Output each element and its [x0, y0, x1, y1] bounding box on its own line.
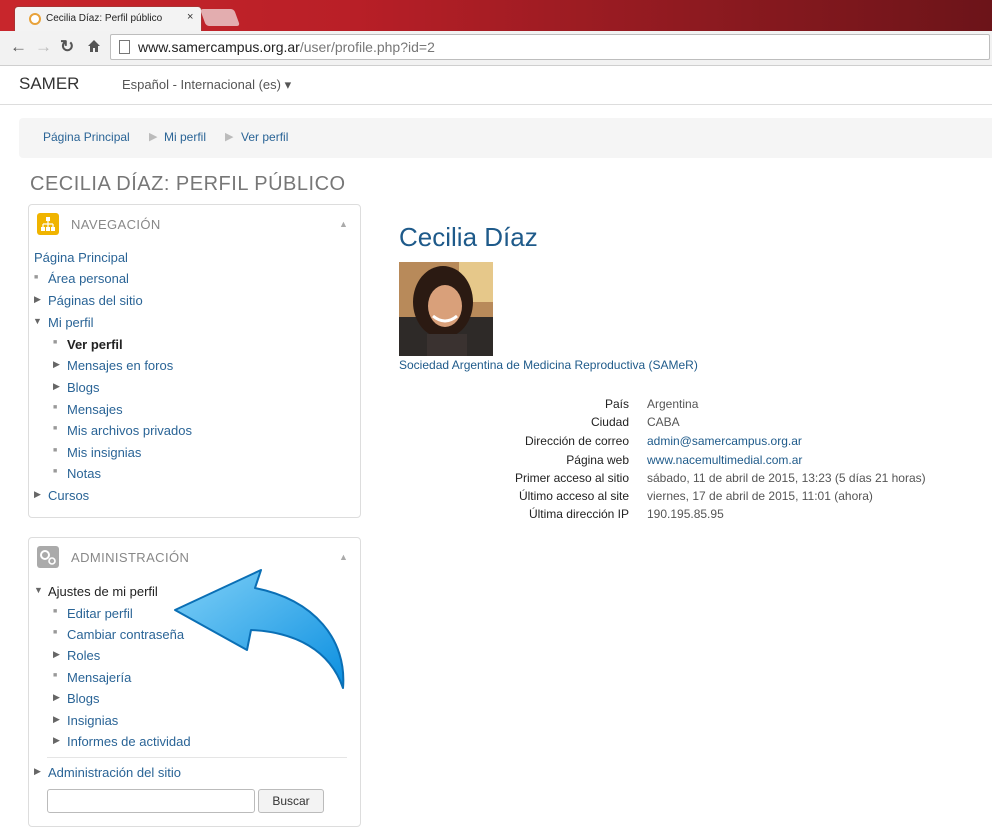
- profile-photo[interactable]: [399, 262, 493, 356]
- profile-organization[interactable]: Sociedad Argentina de Medicina Reproduct…: [399, 358, 698, 372]
- field-label-pagina-web: Página web: [566, 453, 629, 467]
- nav-item-mis-archivos-privados[interactable]: Mis archivos privados: [67, 423, 192, 438]
- expand-arrow-icon[interactable]: ▶: [34, 489, 41, 500]
- admin-item-informes-de-actividad[interactable]: Informes de actividad: [67, 734, 191, 749]
- nav-item-cursos[interactable]: Cursos: [48, 488, 89, 503]
- url-text: www.samercampus.org.ar/user/profile.php?…: [138, 39, 435, 55]
- favicon-icon: [29, 13, 41, 25]
- tab-title: Cecilia Díaz: Perfil público: [46, 13, 163, 24]
- field-label-ultima-ip: Última dirección IP: [528, 507, 629, 521]
- nav-item-mensajes[interactable]: Mensajes: [67, 402, 123, 417]
- browser-tab-strip: Cecilia Díaz: Perfil público ×: [0, 0, 992, 32]
- language-menu[interactable]: Español - Internacional (es) ▾: [122, 77, 291, 93]
- browser-toolbar: ← → ↻ www.samercampus.org.ar/user/profil…: [0, 31, 992, 66]
- home-icon[interactable]: [87, 39, 101, 58]
- nav-item-paginas-del-sitio[interactable]: Páginas del sitio: [48, 293, 143, 308]
- bullet-icon: ■: [34, 274, 39, 281]
- collapse-icon[interactable]: ▲: [339, 219, 348, 229]
- admin-search-button[interactable]: Buscar: [258, 789, 324, 813]
- bullet-icon: ■: [53, 425, 58, 432]
- field-label-correo: Dirección de correo: [524, 434, 629, 448]
- field-label-ultimo-acceso: Último acceso al site: [518, 489, 629, 503]
- breadcrumb-home[interactable]: Página Principal: [43, 130, 130, 144]
- admin-item-administracion-del-sitio[interactable]: Administración del sitio: [48, 765, 181, 780]
- breadcrumb-mi-perfil[interactable]: Mi perfil: [164, 130, 206, 144]
- bullet-icon: ■: [53, 468, 58, 475]
- forward-icon[interactable]: →: [35, 37, 52, 57]
- back-icon[interactable]: ←: [10, 37, 27, 57]
- expand-arrow-icon[interactable]: ▶: [53, 359, 60, 370]
- nav-item-mensajes-en-foros[interactable]: Mensajes en foros: [67, 358, 173, 373]
- field-value-pais: Argentina: [647, 397, 699, 411]
- breadcrumb: Página Principal ▶ Mi perfil ▶ Ver perfi…: [19, 118, 992, 158]
- expand-arrow-icon[interactable]: ▶: [53, 692, 60, 703]
- reload-icon[interactable]: ↻: [60, 37, 74, 57]
- divider: [47, 757, 347, 758]
- navigation-block: NAVEGACIÓN ▲ Página Principal ■ Área per…: [28, 204, 361, 518]
- field-label-ciudad: Ciudad: [590, 415, 629, 429]
- admin-item-roles[interactable]: Roles: [67, 648, 100, 663]
- tab-close-icon[interactable]: ×: [187, 11, 193, 23]
- navigation-block-header: NAVEGACIÓN ▲: [37, 213, 352, 239]
- site-brand[interactable]: SAMER: [19, 74, 79, 94]
- nav-item-mis-insignias[interactable]: Mis insignias: [67, 445, 141, 460]
- expand-arrow-icon[interactable]: ▶: [53, 735, 60, 746]
- expand-arrow-icon[interactable]: ▶: [34, 766, 41, 777]
- nav-item-area-personal[interactable]: Área personal: [48, 271, 129, 286]
- field-label-primer-acceso: Primer acceso al sitio: [514, 471, 629, 485]
- bullet-icon: ■: [53, 672, 58, 679]
- collapse-arrow-icon[interactable]: ▼: [34, 585, 43, 595]
- field-value-pagina-web[interactable]: www.nacemultimedial.com.ar: [647, 453, 802, 467]
- admin-item-blogs[interactable]: Blogs: [67, 691, 100, 706]
- site-header: SAMER Español - Internacional (es) ▾: [0, 66, 992, 105]
- admin-item-editar-perfil[interactable]: Editar perfil: [67, 606, 133, 621]
- admin-search-input[interactable]: [47, 789, 255, 813]
- collapse-arrow-icon[interactable]: ▼: [33, 316, 42, 326]
- navigation-block-title: NAVEGACIÓN: [71, 217, 161, 232]
- breadcrumb-ver-perfil[interactable]: Ver perfil: [241, 130, 288, 144]
- field-value-correo[interactable]: admin@samercampus.org.ar: [647, 434, 802, 448]
- admin-item-ajustes-de-mi-perfil[interactable]: Ajustes de mi perfil: [48, 584, 158, 599]
- sitemap-icon: [37, 213, 59, 235]
- expand-arrow-icon[interactable]: ▶: [53, 381, 60, 392]
- bullet-icon: ■: [53, 339, 58, 346]
- breadcrumb-separator-icon: ▶: [149, 131, 158, 143]
- nav-item-ver-perfil[interactable]: Ver perfil: [67, 337, 123, 352]
- field-value-ultimo-acceso: viernes, 17 de abril de 2015, 11:01 (aho…: [647, 489, 873, 503]
- bullet-icon: ■: [53, 608, 58, 615]
- nav-item-notas[interactable]: Notas: [67, 466, 101, 481]
- gears-icon: [37, 546, 59, 568]
- expand-arrow-icon[interactable]: ▶: [53, 649, 60, 660]
- field-value-primer-acceso: sábado, 11 de abril de 2015, 13:23 (5 dí…: [647, 471, 926, 485]
- annotation-arrow-icon: [174, 569, 345, 689]
- admin-item-insignias[interactable]: Insignias: [67, 713, 118, 728]
- field-value-ultima-ip: 190.195.85.95: [647, 507, 724, 521]
- nav-item-pagina-principal[interactable]: Página Principal: [34, 250, 128, 265]
- page-title: CECILIA DÍAZ: PERFIL PÚBLICO: [30, 173, 346, 195]
- new-tab-button[interactable]: [199, 9, 241, 26]
- expand-arrow-icon[interactable]: ▶: [34, 294, 41, 305]
- browser-tab[interactable]: Cecilia Díaz: Perfil público ×: [14, 6, 202, 32]
- expand-arrow-icon[interactable]: ▶: [53, 714, 60, 725]
- bullet-icon: ■: [53, 404, 58, 411]
- page-icon: [119, 40, 130, 54]
- bullet-icon: ■: [53, 629, 58, 636]
- field-label-pais: País: [604, 397, 629, 411]
- field-value-ciudad: CABA: [647, 415, 680, 429]
- address-bar[interactable]: www.samercampus.org.ar/user/profile.php?…: [110, 34, 990, 60]
- admin-item-mensajeria[interactable]: Mensajería: [67, 670, 131, 685]
- bullet-icon: ■: [53, 447, 58, 454]
- nav-item-blogs[interactable]: Blogs: [67, 380, 100, 395]
- profile-name: Cecilia Díaz: [399, 222, 538, 252]
- nav-item-mi-perfil[interactable]: Mi perfil: [48, 315, 94, 330]
- breadcrumb-separator-icon: ▶: [225, 131, 234, 143]
